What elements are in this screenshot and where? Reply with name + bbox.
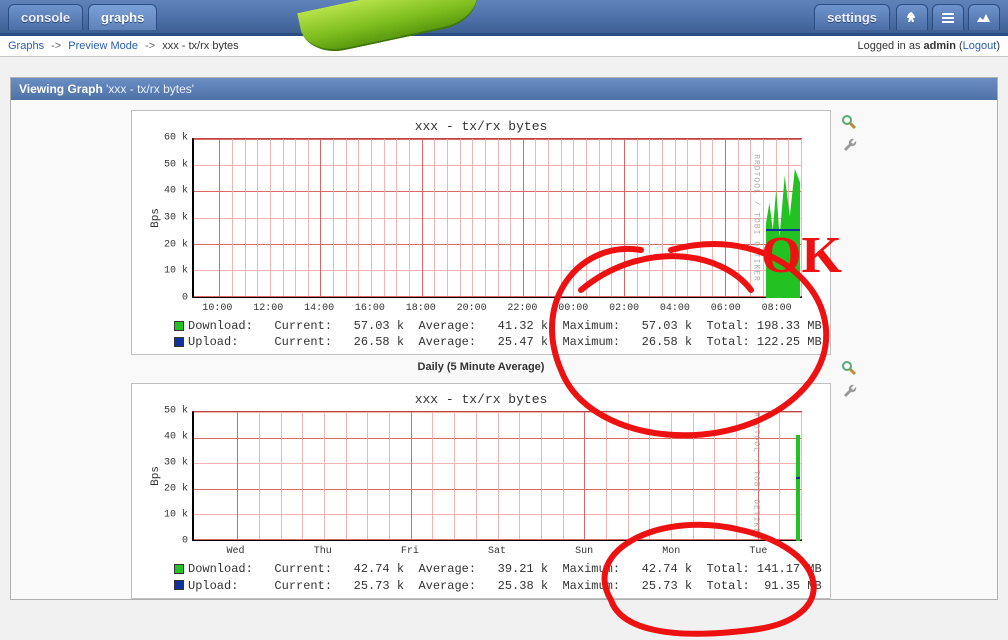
y-tick: 50 k	[152, 406, 188, 417]
graph-title: xxx - tx/rx bytes	[140, 392, 822, 407]
breadcrumb: Graphs -> Preview Mode -> xxx - tx/rx by…	[8, 40, 239, 52]
legend-swatch-download	[174, 564, 184, 574]
x-tick: 00:00	[558, 303, 588, 314]
graph-panel: Viewing Graph 'xxx - tx/rx bytes' xxx - …	[10, 77, 998, 600]
x-tick: 10:00	[202, 303, 232, 314]
legend-upload: Upload: Current: 25.73 k Average: 25.38 …	[188, 579, 822, 593]
panel-body: xxx - tx/rx bytes Bps RRDTOOL / TOBI OET…	[11, 100, 997, 599]
y-tick: 30 k	[152, 213, 188, 224]
y-tick: 30 k	[152, 458, 188, 469]
panel-header-prefix: Viewing Graph	[19, 82, 103, 96]
logged-in-label: Logged in as	[857, 40, 923, 52]
graph-legend: Download: Current: 57.03 k Average: 41.3…	[174, 318, 822, 350]
graph-tools-2	[841, 360, 857, 398]
x-tick: Sun	[575, 546, 593, 557]
graph-daily: xxx - tx/rx bytes Bps RRDTOOL / TOBI OET…	[131, 110, 831, 355]
legend-swatch-download	[174, 321, 184, 331]
top-nav: console graphs settings	[0, 0, 1008, 36]
legend-download: Download: Current: 42.74 k Average: 39.2…	[188, 562, 822, 576]
current-user: admin	[924, 40, 956, 52]
x-tick: 08:00	[762, 303, 792, 314]
legend-swatch-upload	[174, 580, 184, 590]
x-tick: Thu	[314, 546, 332, 557]
wrench-icon[interactable]	[841, 136, 857, 152]
list-view-icon[interactable]	[932, 4, 964, 30]
panel-header-name: 'xxx - tx/rx bytes'	[106, 82, 194, 96]
x-tick: 22:00	[507, 303, 537, 314]
preview-view-icon[interactable]	[968, 4, 1000, 30]
tree-view-icon[interactable]	[896, 4, 928, 30]
graph-weekly: xxx - tx/rx bytes Bps RRDTOOL / TOBI OET…	[131, 383, 831, 598]
y-tick: 20 k	[152, 239, 188, 250]
x-tick: 04:00	[660, 303, 690, 314]
y-tick: 0	[152, 293, 188, 304]
legend-upload: Upload: Current: 26.58 k Average: 25.47 …	[188, 335, 822, 349]
logout-link[interactable]: Logout	[963, 40, 997, 52]
panel-header: Viewing Graph 'xxx - tx/rx bytes'	[11, 78, 997, 100]
zoom-icon[interactable]	[841, 360, 857, 376]
y-tick: 60 k	[152, 133, 188, 144]
x-tick: 02:00	[609, 303, 639, 314]
legend-swatch-upload	[174, 337, 184, 347]
graph-title: xxx - tx/rx bytes	[140, 119, 822, 134]
x-tick: 06:00	[711, 303, 741, 314]
x-tick: 14:00	[304, 303, 334, 314]
login-status: Logged in as admin (Logout)	[857, 40, 1000, 52]
y-tick: 10 k	[152, 510, 188, 521]
rrdtool-watermark: RRDTOOL / TOBI OETIKER	[752, 154, 761, 282]
legend-download: Download: Current: 57.03 k Average: 41.3…	[188, 319, 822, 333]
crumb-graphs[interactable]: Graphs	[8, 40, 44, 52]
graph-tools-1	[841, 114, 857, 152]
x-tick: 12:00	[253, 303, 283, 314]
y-tick: 40 k	[152, 432, 188, 443]
y-tick: 40 k	[152, 186, 188, 197]
crumb-preview-mode[interactable]: Preview Mode	[68, 40, 138, 52]
y-tick: 10 k	[152, 266, 188, 277]
y-tick: 0	[152, 536, 188, 547]
series-upload	[796, 477, 800, 479]
series-upload	[766, 229, 800, 231]
rrdtool-watermark: RRDTOOL / TOBI OETIKER	[752, 413, 761, 541]
x-tick: 20:00	[457, 303, 487, 314]
x-tick: Wed	[227, 546, 245, 557]
tab-settings[interactable]: settings	[814, 4, 890, 30]
crumb-current: xxx - tx/rx bytes	[162, 40, 238, 52]
x-tick: Sat	[488, 546, 506, 557]
graph-legend: Download: Current: 42.74 k Average: 39.2…	[174, 561, 822, 593]
series-download	[796, 435, 800, 542]
breadcrumb-bar: Graphs -> Preview Mode -> xxx - tx/rx by…	[0, 36, 1008, 57]
y-tick: 50 k	[152, 159, 188, 170]
x-tick: Mon	[662, 546, 680, 557]
x-tick: Tue	[749, 546, 767, 557]
tab-graphs[interactable]: graphs	[88, 4, 157, 30]
plot-area: Bps RRDTOOL / TOBI OETIKER 010 k20 k30 k…	[192, 411, 802, 541]
y-tick: 20 k	[152, 484, 188, 495]
x-tick: 16:00	[355, 303, 385, 314]
graph-interval-label: Daily (5 Minute Average)	[131, 361, 831, 373]
x-tick: 18:00	[406, 303, 436, 314]
tab-console[interactable]: console	[8, 4, 83, 30]
zoom-icon[interactable]	[841, 114, 857, 130]
x-tick: Fri	[401, 546, 419, 557]
plot-area: Bps RRDTOOL / TOBI OETIKER 010 k20 k30 k…	[192, 138, 802, 298]
wrench-icon[interactable]	[841, 382, 857, 398]
